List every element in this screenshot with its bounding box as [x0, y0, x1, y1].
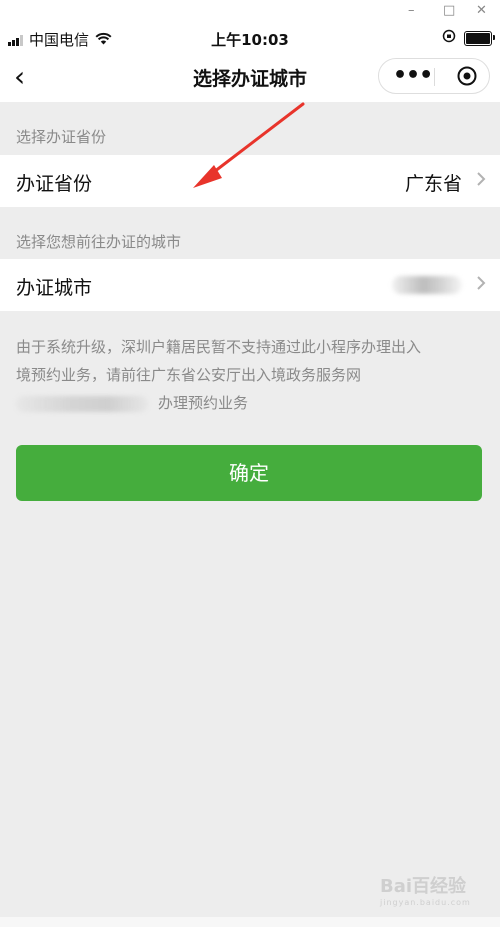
chevron-right-icon — [476, 275, 486, 296]
confirm-button[interactable]: 确定 — [16, 445, 482, 501]
province-row[interactable]: 办证省份 广东省 — [0, 155, 500, 207]
more-icon[interactable]: ••• — [393, 63, 433, 88]
city-value-redacted — [392, 276, 462, 294]
redacted-link[interactable] — [16, 395, 148, 412]
battery-icon — [464, 30, 495, 46]
city-section-label: 选择您想前往办证的城市 — [16, 233, 182, 251]
province-row-label: 办证省份 — [16, 173, 93, 195]
close-icon[interactable]: ✕ — [476, 3, 487, 18]
bottom-bar — [0, 917, 500, 927]
capsule-divider — [434, 68, 435, 86]
notice-line: 境预约业务，请前往广东省公安厅出入境政务服务网 — [16, 366, 362, 384]
province-value: 广东省 — [404, 173, 462, 195]
system-upgrade-notice: 由于系统升级，深圳户籍居民暂不支持通过此小程序办理出入 境预约业务，请前往广东省… — [16, 333, 482, 417]
status-bar: 中国电信 上午10:03 — [0, 24, 500, 52]
nav-bar: ‹ 选择办证城市 ••• — [0, 52, 500, 102]
maximize-icon[interactable]: □ — [443, 3, 455, 18]
notice-line: 由于系统升级，深圳户籍居民暂不支持通过此小程序办理出入 — [16, 338, 422, 356]
status-time: 上午10:03 — [211, 31, 289, 49]
chevron-right-icon — [476, 171, 486, 192]
minimize-icon[interactable]: – — [408, 3, 415, 18]
rotation-lock-icon — [442, 29, 456, 47]
city-row[interactable]: 办证城市 — [0, 259, 500, 311]
watermark-url: jingyan.baidu.com — [380, 898, 471, 907]
notice-line: 办理预约业务 — [158, 394, 249, 412]
close-miniprogram-icon[interactable] — [457, 66, 477, 86]
window-title-bar: – □ ✕ — [0, 0, 500, 25]
province-section-label: 选择办证省份 — [16, 128, 107, 146]
watermark-brand: Bai百经验 — [380, 876, 467, 897]
miniprogram-capsule: ••• — [378, 58, 490, 94]
city-row-label: 办证城市 — [16, 277, 93, 299]
watermark-logo: Bai百经验 jingyan.baidu.com — [380, 872, 471, 907]
